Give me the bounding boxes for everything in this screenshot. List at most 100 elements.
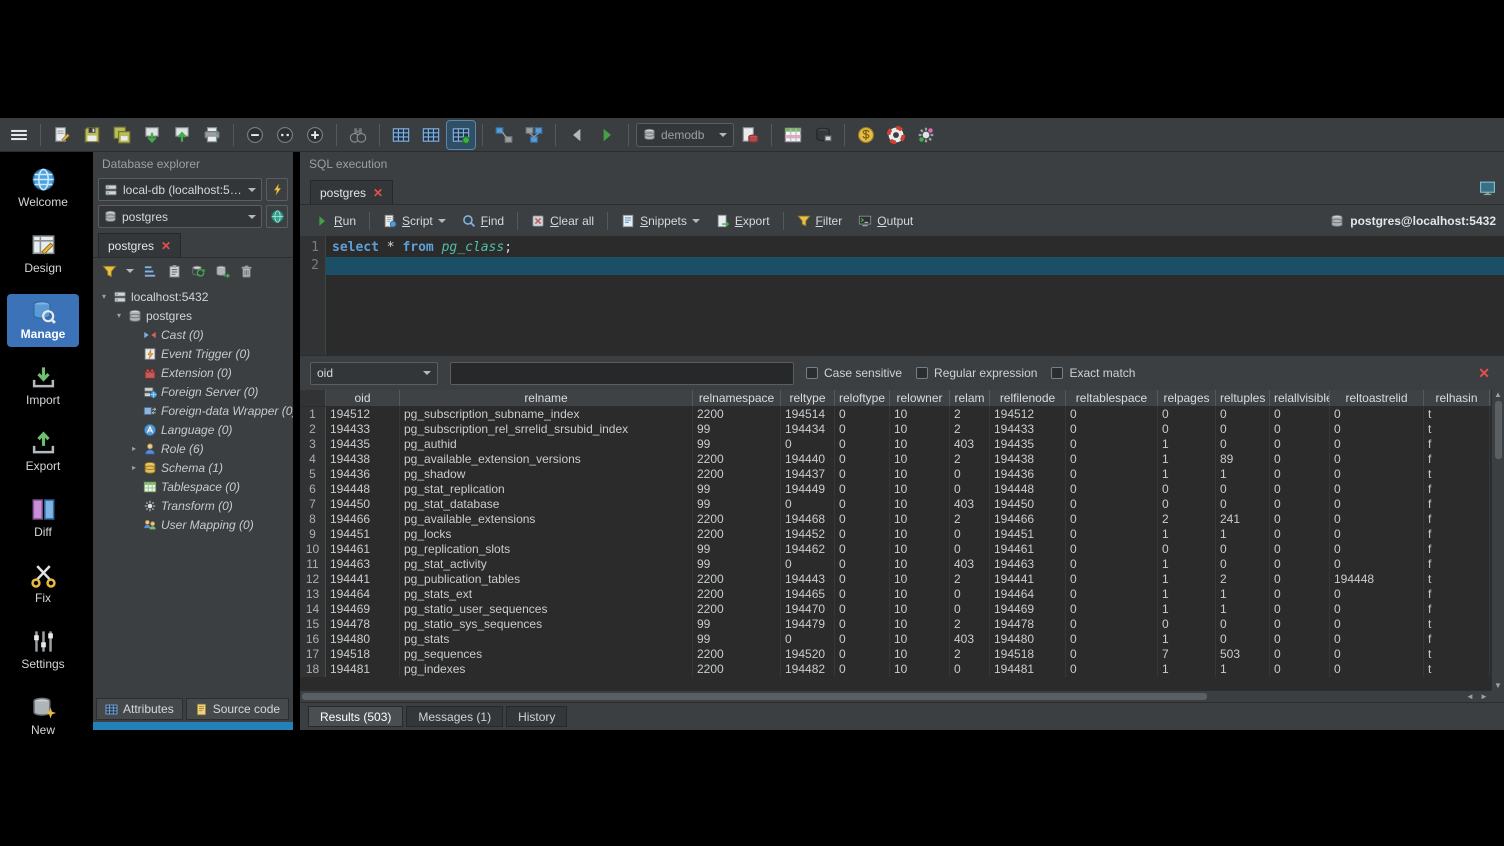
- cell[interactable]: 10: [890, 557, 950, 572]
- view-grid-icon[interactable]: [387, 121, 415, 149]
- nav-item-design[interactable]: Design: [7, 228, 79, 281]
- cell[interactable]: 0: [1270, 407, 1330, 422]
- save-all-icon[interactable]: [108, 121, 136, 149]
- cell[interactable]: pg_statio_user_sequences: [400, 602, 693, 617]
- cell[interactable]: 194518: [990, 647, 1066, 662]
- cell[interactable]: 0: [1066, 422, 1158, 437]
- cell[interactable]: 1: [1216, 527, 1270, 542]
- tree-item-localhost-5432[interactable]: ▾localhost:5432: [93, 287, 293, 306]
- cell[interactable]: 0: [1270, 422, 1330, 437]
- cell[interactable]: 0: [1216, 482, 1270, 497]
- cell[interactable]: 194478: [326, 617, 400, 632]
- cell[interactable]: 0: [1330, 482, 1424, 497]
- column-header-relowner[interactable]: relowner: [890, 390, 950, 406]
- cell[interactable]: 0: [1216, 617, 1270, 632]
- forward-icon[interactable]: [593, 121, 621, 149]
- load-from-file-icon[interactable]: [138, 121, 166, 149]
- cell[interactable]: 194514: [781, 407, 835, 422]
- cell[interactable]: 0: [1216, 437, 1270, 452]
- cell[interactable]: pg_authid: [400, 437, 693, 452]
- backup-database-icon[interactable]: [809, 121, 837, 149]
- filter-search-input[interactable]: [450, 362, 794, 385]
- table-row[interactable]: 9194451pg_locks2200194452010019445101100…: [300, 527, 1491, 542]
- cell[interactable]: t: [1424, 617, 1490, 632]
- cell[interactable]: 0: [835, 557, 890, 572]
- tree-item-language[interactable]: Language (0): [93, 420, 293, 439]
- schema-diagram-icon[interactable]: [520, 121, 548, 149]
- cell[interactable]: f: [1424, 602, 1490, 617]
- cell[interactable]: 10: [890, 602, 950, 617]
- cell[interactable]: 0: [1270, 497, 1330, 512]
- cell[interactable]: 0: [950, 527, 990, 542]
- cell[interactable]: 194441: [326, 572, 400, 587]
- sql-editor[interactable]: 12 select * from pg_class;: [300, 236, 1504, 356]
- cell[interactable]: 0: [1330, 542, 1424, 557]
- cell[interactable]: t: [1424, 572, 1490, 587]
- column-header-reltype[interactable]: reltype: [781, 390, 835, 406]
- cell[interactable]: 194512: [990, 407, 1066, 422]
- cell[interactable]: 0: [1216, 407, 1270, 422]
- cell[interactable]: 194437: [781, 467, 835, 482]
- table-row[interactable]: 13194464pg_stats_ext22001944650100194464…: [300, 587, 1491, 602]
- cell[interactable]: 0: [1066, 452, 1158, 467]
- cell[interactable]: 99: [693, 557, 781, 572]
- delete-icon[interactable]: [239, 264, 254, 279]
- cell[interactable]: 2: [1158, 512, 1216, 527]
- column-header-reloftype[interactable]: reloftype: [835, 390, 890, 406]
- cell[interactable]: 0: [1066, 557, 1158, 572]
- cell[interactable]: 0: [1066, 527, 1158, 542]
- cell[interactable]: 10: [890, 422, 950, 437]
- nav-item-fix[interactable]: Fix: [7, 558, 79, 611]
- cell[interactable]: 0: [835, 422, 890, 437]
- cell[interactable]: 0: [1330, 467, 1424, 482]
- filter-objects-icon[interactable]: [102, 264, 117, 279]
- nav-item-new[interactable]: New: [7, 690, 79, 743]
- cell[interactable]: 99: [693, 437, 781, 452]
- cell[interactable]: 1: [1158, 632, 1216, 647]
- cell[interactable]: 0: [950, 662, 990, 677]
- cell[interactable]: 0: [950, 602, 990, 617]
- table-row[interactable]: 3194435pg_authid99001040319443501000f: [300, 437, 1491, 452]
- cell[interactable]: 0: [835, 497, 890, 512]
- cell[interactable]: 0: [1066, 632, 1158, 647]
- cell[interactable]: 0: [1330, 437, 1424, 452]
- cell[interactable]: 2200: [693, 527, 781, 542]
- tree-item-event-trigger[interactable]: Event Trigger (0): [93, 344, 293, 363]
- table-row[interactable]: 14194469pg_statio_user_sequences22001944…: [300, 602, 1491, 617]
- run-button[interactable]: Run: [308, 210, 363, 232]
- cell[interactable]: 2200: [693, 512, 781, 527]
- filter-column-select[interactable]: oid: [310, 362, 438, 385]
- cell[interactable]: 99: [693, 482, 781, 497]
- table-row[interactable]: 12194441pg_publication_tables22001944430…: [300, 572, 1491, 587]
- cell[interactable]: 0: [1330, 512, 1424, 527]
- cell[interactable]: 10: [890, 587, 950, 602]
- cell[interactable]: 2: [950, 422, 990, 437]
- table-row[interactable]: 1194512pg_subscription_subname_index2200…: [300, 407, 1491, 422]
- cell[interactable]: 1: [1158, 527, 1216, 542]
- table-row[interactable]: 7194450pg_stat_database99001040319445000…: [300, 497, 1491, 512]
- cell[interactable]: f: [1424, 497, 1490, 512]
- cell[interactable]: 0: [835, 437, 890, 452]
- cell[interactable]: 0: [1216, 542, 1270, 557]
- save-icon[interactable]: [78, 121, 106, 149]
- cell[interactable]: 194466: [326, 512, 400, 527]
- column-header-relname[interactable]: relname: [400, 390, 693, 406]
- cell[interactable]: 0: [950, 467, 990, 482]
- cell[interactable]: 10: [890, 632, 950, 647]
- cell[interactable]: 2200: [693, 467, 781, 482]
- cell[interactable]: 0: [1066, 467, 1158, 482]
- new-sql-editor-icon[interactable]: [48, 121, 76, 149]
- row-number[interactable]: 12: [300, 572, 326, 587]
- cell[interactable]: 10: [890, 437, 950, 452]
- connect-button[interactable]: [266, 178, 288, 201]
- tree-item-extension[interactable]: Extension (0): [93, 363, 293, 382]
- cell[interactable]: 0: [781, 497, 835, 512]
- cell[interactable]: f: [1424, 437, 1490, 452]
- cell[interactable]: 1: [1158, 602, 1216, 617]
- cell[interactable]: 0: [1158, 542, 1216, 557]
- cell[interactable]: 403: [950, 437, 990, 452]
- cell[interactable]: 1: [1158, 467, 1216, 482]
- cell[interactable]: 0: [1270, 647, 1330, 662]
- table-row[interactable]: 17194518pg_sequences22001945200102194518…: [300, 647, 1491, 662]
- cell[interactable]: f: [1424, 512, 1490, 527]
